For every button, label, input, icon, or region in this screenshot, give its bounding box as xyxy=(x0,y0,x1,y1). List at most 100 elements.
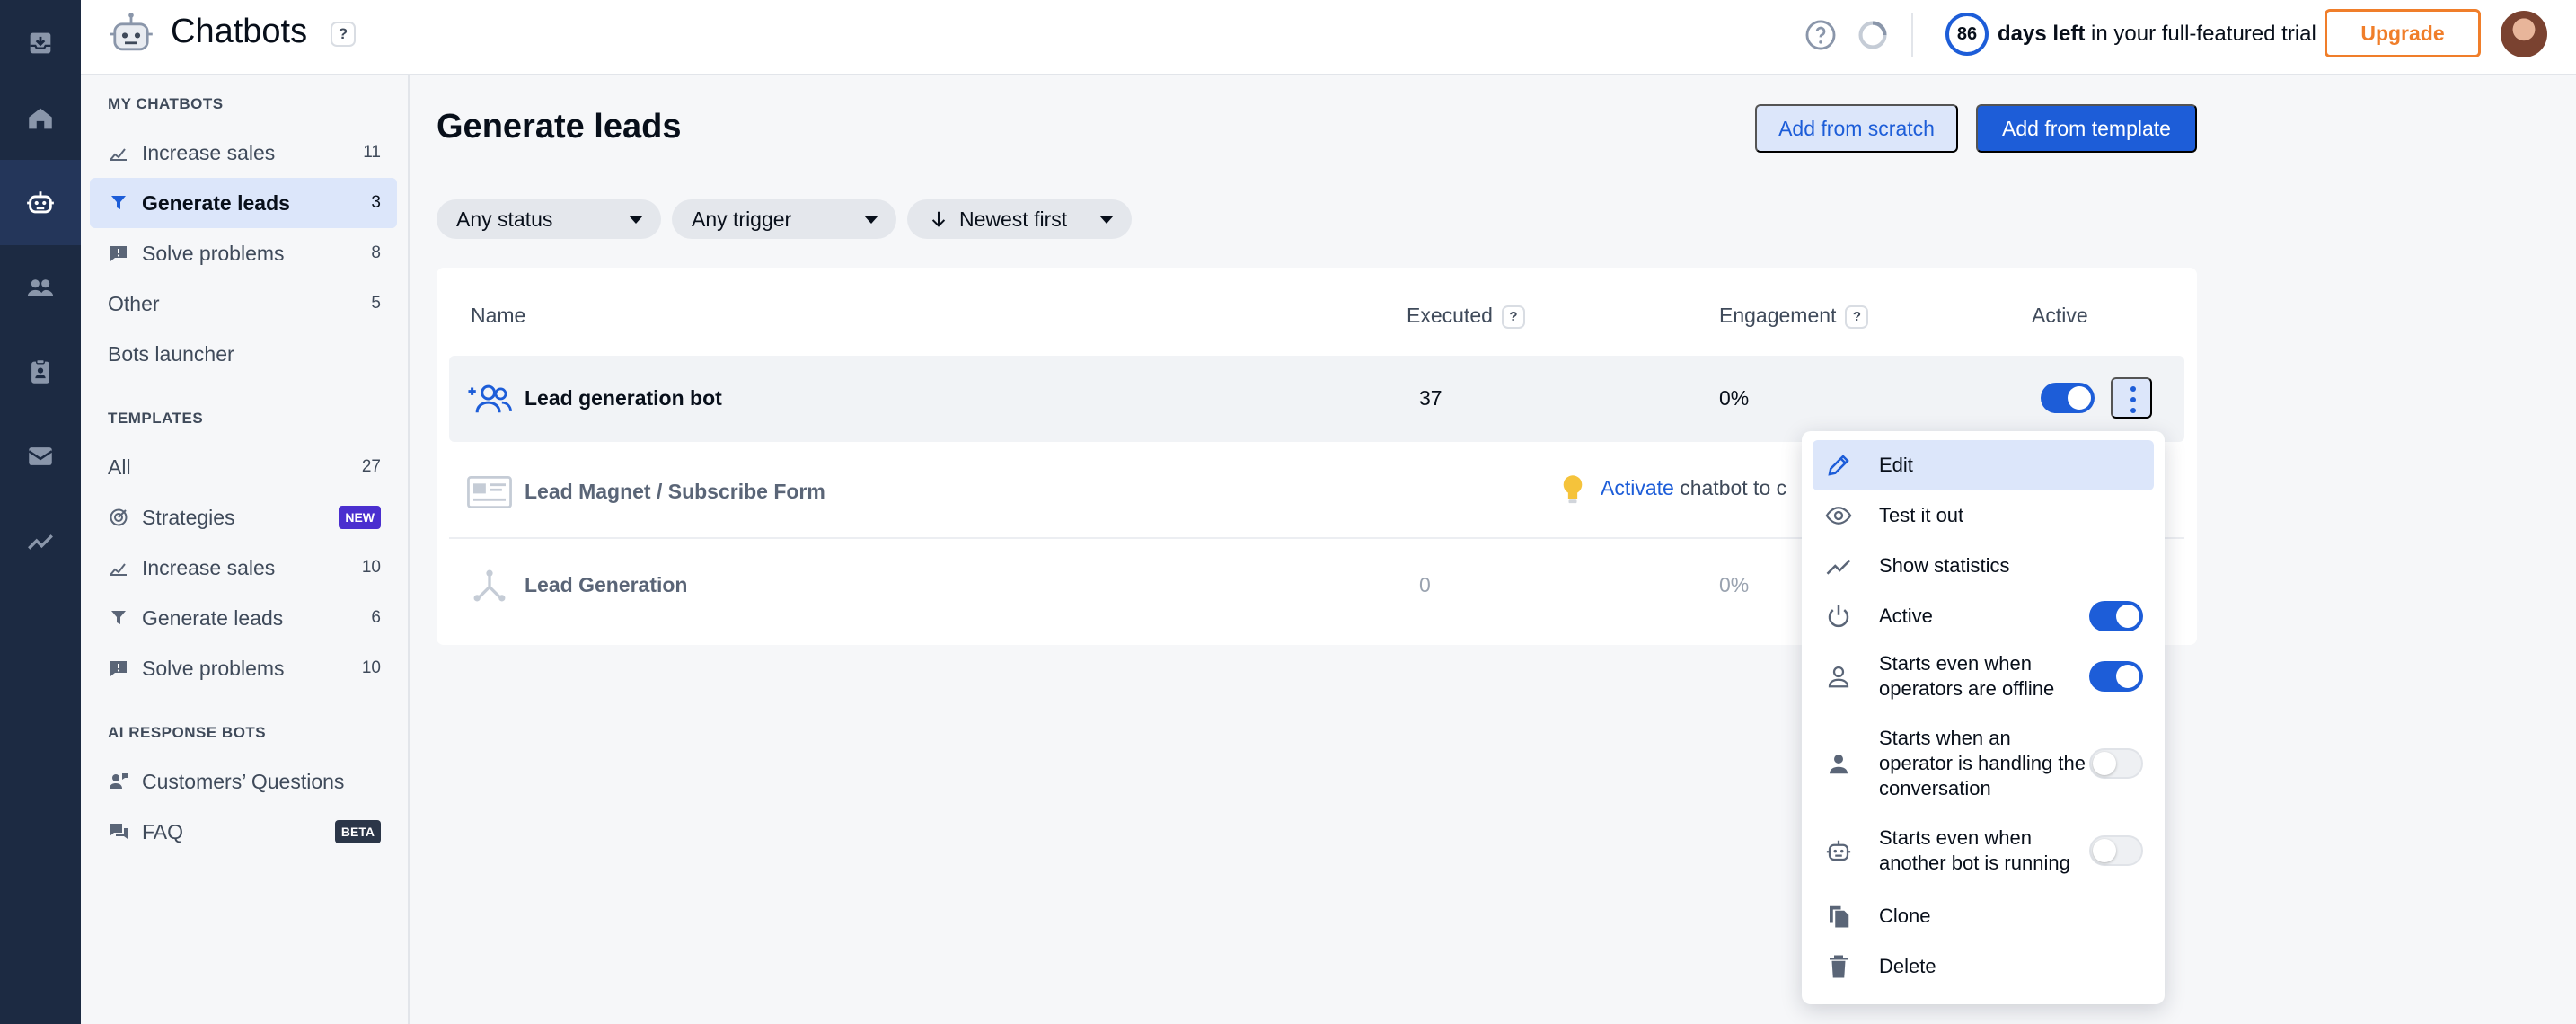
menu-item-operator-handling[interactable]: Starts when an operator is handling the … xyxy=(1813,717,2154,810)
sidebar-item-bots-launcher[interactable]: Bots launcher xyxy=(90,329,397,379)
funnel-icon xyxy=(111,196,126,209)
sidebar-item-label: Increase sales xyxy=(142,140,276,164)
chatbot-icon[interactable] xyxy=(0,160,81,245)
analytics-icon[interactable] xyxy=(0,498,81,583)
menu-item-label: Starts even when another bot is running xyxy=(1879,826,2070,874)
upgrade-button[interactable]: Upgrade xyxy=(2325,9,2481,57)
chat-alert-icon xyxy=(110,246,127,261)
trigger-filter[interactable]: Any trigger xyxy=(672,199,896,239)
chatbot-logo-icon xyxy=(110,13,153,51)
executed-help-icon[interactable]: ? xyxy=(1501,305,1525,329)
loading-icon[interactable] xyxy=(1856,18,1890,52)
subscribe-form-icon xyxy=(467,476,512,508)
sidebar-item-generate-leads[interactable]: Generate leads 3 xyxy=(90,178,397,228)
bot-name[interactable]: Lead Generation xyxy=(525,573,687,597)
kebab-dot xyxy=(2130,408,2136,413)
tasks-icon[interactable] xyxy=(0,329,81,414)
menu-item-delete[interactable]: Delete xyxy=(1813,941,2154,992)
chat-bubbles-icon xyxy=(110,824,128,839)
avatar[interactable] xyxy=(2501,11,2547,57)
executed-value: 0 xyxy=(1419,573,1431,596)
mail-icon[interactable] xyxy=(0,413,81,499)
sidebar-item-count: 11 xyxy=(363,143,381,162)
sidebar-item-count: 10 xyxy=(361,558,381,577)
sidebar-item-increase-sales[interactable]: Increase sales 11 xyxy=(90,128,397,178)
sidebar-item-label: Increase sales xyxy=(142,555,276,579)
sidebar-item-faq[interactable]: FAQ BETA xyxy=(90,807,397,857)
contacts-icon[interactable] xyxy=(0,244,81,330)
beta-badge: BETA xyxy=(334,820,381,843)
sidebar-item-label: Generate leads xyxy=(142,190,290,215)
sidebar-item-all-templates[interactable]: All 27 xyxy=(90,442,397,492)
menu-item-label: Show statistics xyxy=(1879,554,2010,577)
app-rail xyxy=(0,0,81,1024)
more-options-button[interactable] xyxy=(2111,377,2152,419)
arrow-down-icon xyxy=(931,211,946,227)
add-from-template-button[interactable]: Add from template xyxy=(1976,104,2197,153)
engagement-value: 0% xyxy=(1719,573,1750,596)
title-help-icon[interactable]: ? xyxy=(331,22,356,47)
sidebar-item-count: 10 xyxy=(361,658,381,677)
power-icon xyxy=(1828,605,1849,628)
menu-item-edit[interactable]: Edit xyxy=(1813,440,2154,490)
operator-handling-toggle[interactable] xyxy=(2089,748,2143,779)
sidebar-item-label: Customers’ Questions xyxy=(142,769,345,793)
sidebar-item-strategies[interactable]: Strategies NEW xyxy=(90,492,397,543)
home-icon[interactable] xyxy=(0,75,81,161)
table-row[interactable]: Lead generation bot 37 0% xyxy=(449,356,2184,442)
sidebar-item-count: 27 xyxy=(361,457,381,476)
branch-icon xyxy=(473,569,506,602)
menu-item-another-bot[interactable]: Starts even when another bot is running xyxy=(1813,816,2154,886)
trial-days-counter: 86 xyxy=(1945,13,1989,56)
executed-value: 37 xyxy=(1419,386,1442,410)
stats-icon xyxy=(1826,559,1851,575)
sidebar-item-template-solve-problems[interactable]: Solve problems 10 xyxy=(90,643,397,693)
activate-hint: Activate chatbot to c xyxy=(1601,476,1786,500)
bot-name[interactable]: Lead generation bot xyxy=(525,386,722,410)
sidebar-item-template-increase-sales[interactable]: Increase sales 10 xyxy=(90,543,397,593)
bot-icon xyxy=(1826,840,1851,861)
sort-filter-value: Newest first xyxy=(959,207,1068,231)
menu-item-offline-start[interactable]: Starts even when operators are offline xyxy=(1813,641,2154,711)
chevron-down-icon xyxy=(1099,216,1114,224)
trial-days-label: days left xyxy=(1998,22,2086,46)
chat-alert-icon xyxy=(110,661,127,676)
active-toggle[interactable] xyxy=(2089,601,2143,631)
menu-item-statistics[interactable]: Show statistics xyxy=(1813,541,2154,591)
page-title: Generate leads xyxy=(437,108,682,146)
column-header-engagement: Engagement? xyxy=(1719,304,1869,329)
engagement-help-icon[interactable]: ? xyxy=(1845,305,1869,329)
menu-item-label: Starts even when operators are offline xyxy=(1879,652,2055,700)
new-badge: NEW xyxy=(339,506,381,529)
menu-item-label: Starts when an operator is handling the … xyxy=(1879,727,2086,799)
menu-item-clone[interactable]: Clone xyxy=(1813,891,2154,941)
eye-icon xyxy=(1825,507,1852,525)
sidebar-item-other[interactable]: Other 5 xyxy=(90,278,397,329)
bot-name[interactable]: Lead Magnet / Subscribe Form xyxy=(525,480,825,504)
sidebar-item-label: Solve problems xyxy=(142,241,285,265)
sort-filter[interactable]: Newest first xyxy=(907,199,1132,239)
inbox-icon[interactable] xyxy=(0,0,81,85)
menu-item-active[interactable]: Active xyxy=(1813,591,2154,641)
help-circle-icon[interactable] xyxy=(1804,18,1838,52)
sidebar-item-count: 8 xyxy=(371,243,381,262)
sidebar-item-customers-questions[interactable]: Customers’ Questions xyxy=(90,756,397,807)
menu-item-test[interactable]: Test it out xyxy=(1813,490,2154,541)
menu-item-label: Test it out xyxy=(1879,504,1964,526)
another-bot-toggle[interactable] xyxy=(2089,835,2143,866)
column-header-active: Active xyxy=(2032,304,2088,328)
engagement-value: 0% xyxy=(1719,386,1750,410)
top-bar: Chatbots ? 86 days left in your full-fea… xyxy=(81,0,2576,75)
activate-link[interactable]: Activate xyxy=(1601,476,1674,499)
chevron-down-icon xyxy=(864,216,878,224)
sidebar-item-label: Bots launcher xyxy=(108,341,234,366)
add-from-scratch-button[interactable]: Add from scratch xyxy=(1755,104,1958,153)
sidebar-item-template-generate-leads[interactable]: Generate leads 6 xyxy=(90,593,397,643)
status-filter[interactable]: Any status xyxy=(437,199,661,239)
active-toggle[interactable] xyxy=(2041,383,2095,413)
kebab-dot xyxy=(2130,397,2136,402)
offline-start-toggle[interactable] xyxy=(2089,661,2143,692)
growth-icon xyxy=(110,148,127,161)
sidebar-item-solve-problems[interactable]: Solve problems 8 xyxy=(90,228,397,278)
bot-actions-menu: Edit Test it out Show statistics Active … xyxy=(1802,431,2165,1004)
